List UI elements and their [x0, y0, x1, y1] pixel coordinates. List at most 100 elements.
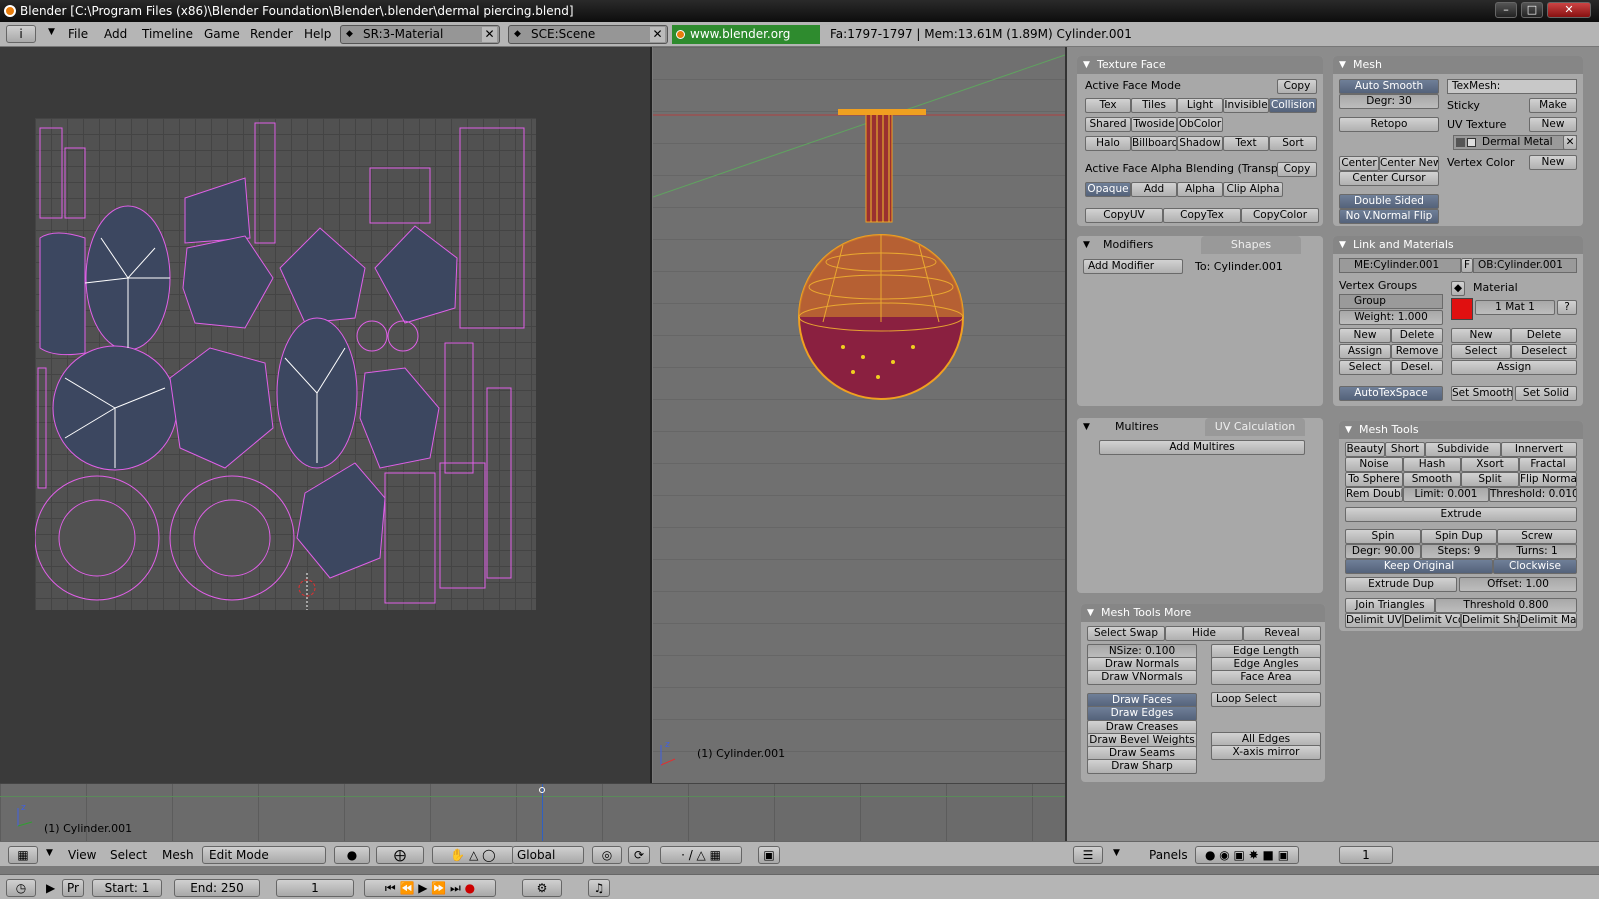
hash-button[interactable]: Hash: [1403, 457, 1461, 472]
screen-delete-icon[interactable]: ✕: [482, 27, 497, 42]
menu-add[interactable]: Add: [104, 27, 127, 41]
smooth-button[interactable]: Smooth: [1403, 472, 1461, 487]
weight-field[interactable]: Weight: 1.000: [1339, 310, 1443, 325]
x-axis-mirror-toggle[interactable]: X-axis mirror: [1211, 745, 1321, 760]
render-icon[interactable]: ▣: [758, 846, 780, 864]
copyuv-button[interactable]: CopyUV: [1085, 208, 1163, 223]
snap-icon[interactable]: ⟳: [628, 846, 650, 864]
split-button[interactable]: Split: [1461, 472, 1519, 487]
set-solid-button[interactable]: Set Solid: [1515, 386, 1577, 401]
collision-button[interactable]: Collision: [1269, 98, 1317, 113]
hide-button[interactable]: Hide: [1165, 626, 1243, 641]
obcolor-button[interactable]: ObColor: [1177, 117, 1223, 132]
preview-range-button[interactable]: Pr: [62, 879, 84, 897]
to-sphere-button[interactable]: To Sphere: [1345, 472, 1403, 487]
material-help-button[interactable]: ?: [1557, 300, 1577, 315]
limit-field[interactable]: Limit: 0.001: [1403, 487, 1489, 502]
blender-org-link[interactable]: www.blender.org 249.2: [672, 25, 820, 60]
delimit-mat-toggle[interactable]: Delimit Mat: [1519, 613, 1577, 628]
flip-normals-button[interactable]: Flip Normals: [1519, 472, 1577, 487]
join-threshold-field[interactable]: Threshold 0.800: [1435, 598, 1577, 613]
spin-button[interactable]: Spin: [1345, 529, 1421, 544]
collapse-triangle-icon[interactable]: ▼: [1083, 236, 1090, 254]
copy-mode-button[interactable]: Copy: [1277, 79, 1317, 94]
select-mode-icons[interactable]: ⋅ / △ ▦: [660, 846, 742, 864]
extrude-button[interactable]: Extrude: [1345, 507, 1577, 522]
menu-select[interactable]: Select: [110, 848, 147, 862]
audio-icon[interactable]: ♫: [588, 879, 610, 897]
tex-button[interactable]: Tex: [1085, 98, 1131, 113]
offset-field[interactable]: Offset: 1.00: [1459, 577, 1577, 592]
draw-edges-toggle[interactable]: Draw Edges: [1087, 706, 1197, 721]
vg-select-button[interactable]: Select: [1339, 360, 1391, 375]
rem-double-button[interactable]: Rem Double: [1345, 487, 1403, 502]
editor-type-buttons-icon[interactable]: ☰: [1073, 846, 1103, 864]
menu-view[interactable]: View: [68, 848, 96, 862]
delimit-vcol-toggle[interactable]: Delimit Vcol: [1403, 613, 1461, 628]
frame-field[interactable]: 1: [1339, 846, 1393, 864]
mat-assign-button[interactable]: Assign: [1451, 360, 1577, 375]
delimit-sharp-toggle[interactable]: Delimit Shar: [1461, 613, 1519, 628]
fractal-button[interactable]: Fractal: [1519, 457, 1577, 472]
start-frame-field[interactable]: Start: 1: [92, 879, 162, 897]
collapse-menu-icon[interactable]: ▼: [46, 848, 53, 858]
copytex-button[interactable]: CopyTex: [1163, 208, 1241, 223]
add-blend-button[interactable]: Add: [1131, 182, 1177, 197]
scene-selector[interactable]: ◆ SCE:Scene ✕: [508, 25, 668, 44]
screw-button[interactable]: Screw: [1497, 529, 1577, 544]
current-frame-field[interactable]: 1: [276, 879, 354, 897]
editor-type-timeline-icon[interactable]: ◷: [6, 879, 36, 897]
tab-uv-calculation[interactable]: UV Calculation: [1205, 418, 1305, 436]
editor-type-grid-icon[interactable]: ▦: [8, 846, 38, 864]
collapse-triangle-icon[interactable]: ▼: [1339, 236, 1346, 254]
alpha-button[interactable]: Alpha: [1177, 182, 1223, 197]
vertex-group-selector[interactable]: Group: [1339, 294, 1443, 309]
panel-header[interactable]: ▼ Mesh Tools: [1339, 421, 1583, 439]
sort-button[interactable]: Sort: [1269, 136, 1317, 151]
no-vnormal-flip-button[interactable]: No V.Normal Flip: [1339, 209, 1439, 224]
screen-selector[interactable]: ◆ SR:3-Material ✕: [340, 25, 500, 44]
menu-help[interactable]: Help: [304, 27, 331, 41]
delimit-uvs-toggle[interactable]: Delimit UVs: [1345, 613, 1403, 628]
mat-new-button[interactable]: New: [1451, 328, 1511, 343]
sticky-make-button[interactable]: Make: [1529, 98, 1577, 113]
billboard-button[interactable]: Billboard: [1131, 136, 1177, 151]
clip-alpha-button[interactable]: Clip Alpha: [1223, 182, 1283, 197]
material-browse-icon[interactable]: ◆: [1451, 281, 1465, 296]
select-swap-button[interactable]: Select Swap: [1087, 626, 1165, 641]
collapse-triangle-icon[interactable]: ▼: [1339, 56, 1346, 74]
end-frame-field[interactable]: End: 250: [174, 879, 260, 897]
menu-game[interactable]: Game: [204, 27, 240, 41]
vg-deselect-button[interactable]: Desel.: [1391, 360, 1443, 375]
autosmooth-degr-field[interactable]: Degr: 30: [1339, 94, 1439, 109]
text-button[interactable]: Text: [1223, 136, 1269, 151]
beauty-button[interactable]: Beauty: [1345, 442, 1385, 457]
double-sided-button[interactable]: Double Sided: [1339, 194, 1439, 209]
menu-mesh[interactable]: Mesh: [162, 848, 194, 862]
scene-delete-icon[interactable]: ✕: [650, 27, 665, 42]
collapse-triangle-icon[interactable]: ▼: [1087, 604, 1094, 622]
extrude-dup-button[interactable]: Extrude Dup: [1345, 577, 1457, 592]
add-multires-button[interactable]: Add Multires: [1099, 440, 1305, 455]
copycolor-button[interactable]: CopyColor: [1241, 208, 1319, 223]
center-button[interactable]: Center: [1339, 156, 1379, 171]
shadow-button[interactable]: Shadow: [1177, 136, 1223, 151]
fake-user-button[interactable]: F: [1461, 258, 1473, 273]
uv-image-canvas[interactable]: [34, 118, 536, 610]
copy-alpha-button[interactable]: Copy: [1277, 162, 1317, 177]
minimize-button[interactable]: –: [1495, 2, 1517, 18]
mat-deselect-button[interactable]: Deselect: [1511, 344, 1577, 359]
collapse-triangle-icon[interactable]: ▼: [1345, 421, 1352, 439]
mode-selector[interactable]: Edit Mode: [202, 846, 326, 864]
collapse-menu-icon[interactable]: ▼: [1113, 848, 1120, 858]
shared-button[interactable]: Shared: [1085, 117, 1131, 132]
autotexspace-button[interactable]: AutoTexSpace: [1339, 386, 1443, 401]
clockwise-toggle[interactable]: Clockwise: [1493, 559, 1577, 574]
material-index-field[interactable]: 1 Mat 1: [1475, 300, 1555, 315]
vg-remove-button[interactable]: Remove: [1391, 344, 1443, 359]
noise-button[interactable]: Noise: [1345, 457, 1403, 472]
timeline-view[interactable]: (1) Cylinder.001 z: [0, 783, 1065, 842]
shading-mode-icon[interactable]: ●: [334, 846, 370, 864]
invisible-button[interactable]: Invisible: [1223, 98, 1269, 113]
innervert-dropdown[interactable]: Innervert: [1501, 442, 1577, 457]
